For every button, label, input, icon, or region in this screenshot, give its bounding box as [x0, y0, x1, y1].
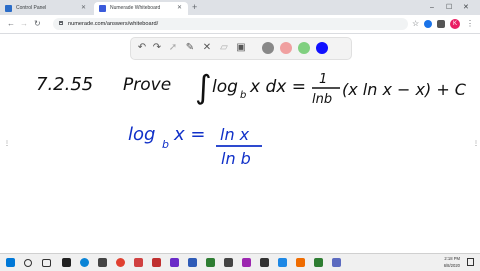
eq2-base: b [162, 138, 169, 151]
forward-icon[interactable]: → [20, 18, 28, 30]
eq2-denominator: ln b [221, 149, 251, 168]
color-gray[interactable] [262, 42, 274, 54]
integrand-log: log [212, 77, 238, 97]
integral-sign: ∫ [195, 68, 212, 106]
avatar[interactable]: K [450, 19, 460, 29]
image-icon[interactable]: ▣ [235, 42, 247, 54]
eq2-log: log [128, 124, 155, 145]
menu-icon[interactable]: ⋮ [466, 18, 474, 30]
eraser-icon[interactable]: ▱ [218, 42, 230, 54]
taskbar-date[interactable]: 6/8/2020 [430, 263, 460, 268]
notification-icon[interactable] [467, 258, 474, 266]
close-window-icon[interactable]: ✕ [463, 1, 469, 14]
extension-icon[interactable] [437, 20, 445, 28]
app-icon[interactable] [170, 258, 179, 267]
close-tab-icon[interactable]: ✕ [81, 2, 86, 15]
numerade-favicon-icon [99, 5, 106, 12]
app-icon[interactable] [296, 258, 305, 267]
integrand-base: b [240, 90, 246, 101]
app-icon[interactable] [152, 258, 161, 267]
chrome-icon[interactable] [116, 258, 125, 267]
app-icon[interactable] [260, 258, 269, 267]
windows-taskbar: 2:18 PM 6/8/2020 [0, 253, 480, 271]
start-icon[interactable] [6, 258, 15, 267]
app-icon[interactable] [242, 258, 251, 267]
app-icon[interactable] [314, 258, 323, 267]
app-icon[interactable] [98, 258, 107, 267]
app-icon[interactable] [224, 258, 233, 267]
minimize-icon[interactable]: – [430, 1, 434, 14]
rhs-expression: (x ln x − x) + C [342, 80, 467, 99]
eq2-x: x = [173, 124, 205, 145]
control-panel-favicon-icon [5, 5, 12, 12]
color-blue[interactable] [316, 42, 328, 54]
search-icon[interactable] [24, 259, 32, 267]
undo-icon[interactable]: ↶ [136, 42, 148, 54]
lock-icon [59, 21, 63, 25]
tools-icon[interactable]: ✕ [201, 42, 213, 54]
redo-icon[interactable]: ↷ [151, 42, 163, 54]
app-icon[interactable] [206, 258, 215, 267]
address-bar[interactable]: numerade.com/answers/whiteboard/ [53, 18, 408, 30]
integrand-rest: x dx = [249, 77, 306, 97]
color-pink[interactable] [280, 42, 292, 54]
whiteboard-toolbar: ↶ ↷ ➚ ✎ ✕ ▱ ▣ [130, 37, 352, 60]
url-text: numerade.com/answers/whiteboard/ [68, 21, 159, 27]
prove-word: Prove [123, 75, 171, 95]
fraction-denominator: lnb [312, 92, 332, 107]
tab-whiteboard[interactable]: Numerade Whiteboard ✕ [94, 2, 188, 15]
close-tab-icon[interactable]: ✕ [177, 2, 182, 15]
task-view-icon[interactable] [42, 259, 51, 267]
maximize-icon[interactable]: ☐ [446, 1, 452, 14]
app-icon[interactable] [278, 258, 287, 267]
back-icon[interactable]: ← [7, 18, 15, 30]
app-icon[interactable] [134, 258, 143, 267]
problem-number: 7.2.55 [36, 74, 93, 95]
taskbar-time[interactable]: 2:18 PM [430, 256, 460, 261]
star-icon[interactable]: ☆ [412, 18, 419, 30]
tab-label: Numerade Whiteboard [110, 5, 161, 11]
whiteboard-canvas[interactable]: 7.2.55 Prove ∫ log b x dx = 1 lnb (x ln … [0, 60, 480, 260]
edge-icon[interactable] [80, 258, 89, 267]
app-icon[interactable] [62, 258, 71, 267]
fraction-numerator: 1 [319, 72, 327, 87]
select-icon[interactable]: ➚ [167, 42, 179, 54]
app-icon[interactable] [332, 258, 341, 267]
tab-label: Control Panel [16, 5, 47, 11]
color-green[interactable] [298, 42, 310, 54]
pen-icon[interactable]: ✎ [184, 42, 196, 54]
eq2-numerator: ln x [220, 125, 250, 144]
app-icon[interactable] [188, 258, 197, 267]
tab-strip: Control Panel ✕ Numerade Whiteboard ✕ + … [0, 0, 480, 15]
reload-icon[interactable]: ↻ [34, 18, 41, 30]
new-tab-button[interactable]: + [192, 1, 197, 14]
tab-control-panel[interactable]: Control Panel ✕ [0, 2, 92, 15]
extension-icon[interactable] [424, 20, 432, 28]
